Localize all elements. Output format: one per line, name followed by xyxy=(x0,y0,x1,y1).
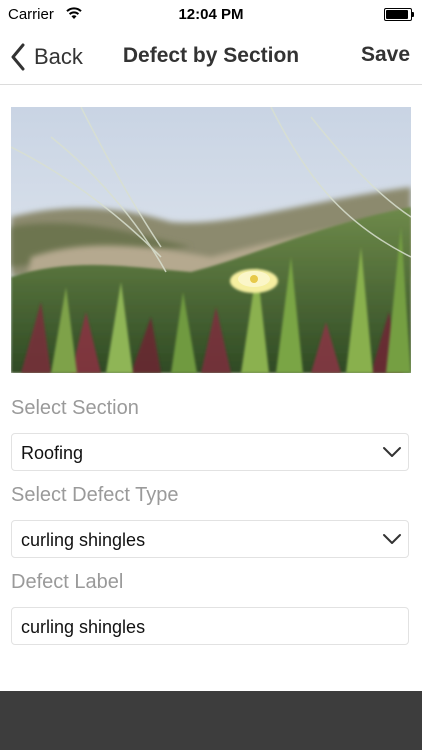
navigation-bar: Back Defect by Section Save xyxy=(0,30,422,85)
defect-type-label: Select Defect Type xyxy=(11,484,179,506)
status-time: 12:04 PM xyxy=(178,6,244,23)
page-title: Defect by Section xyxy=(122,44,300,67)
content-area: Select Section Roofing Select Defect Typ… xyxy=(0,85,422,691)
defect-photo[interactable] xyxy=(11,107,411,373)
chevron-down-icon xyxy=(383,534,401,544)
section-dropdown[interactable]: Roofing xyxy=(11,433,409,471)
chevron-down-icon xyxy=(383,447,401,457)
battery-icon xyxy=(384,8,414,21)
defect-type-dropdown[interactable]: curling shingles xyxy=(11,520,409,558)
save-button[interactable]: Save xyxy=(361,43,410,67)
section-value: Roofing xyxy=(21,443,84,463)
defect-label-field[interactable]: curling shingles xyxy=(11,607,409,645)
defect-label-value: curling shingles xyxy=(21,617,146,637)
photo-image xyxy=(11,107,411,373)
bottom-toolbar xyxy=(0,691,422,750)
status-bar: Carrier 12:04 PM xyxy=(0,0,422,30)
defect-type-value: curling shingles xyxy=(21,530,146,550)
defect-label-label: Defect Label xyxy=(11,571,124,593)
section-label: Select Section xyxy=(11,397,139,419)
